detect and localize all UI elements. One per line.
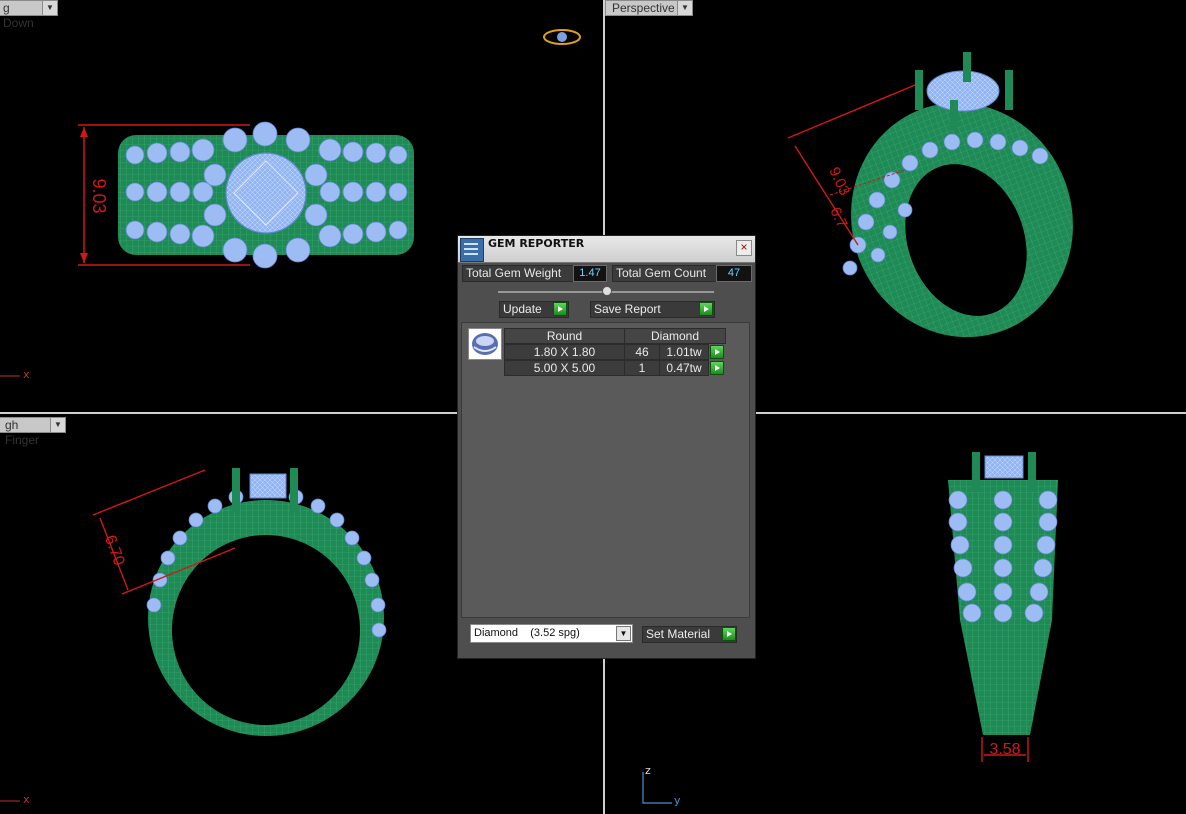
gem-list: Round Diamond 1.80 X 1.80 46 1.01tw 5.00… (461, 322, 750, 618)
update-button-label: Update (503, 302, 542, 316)
update-play-icon[interactable] (553, 302, 567, 316)
axis-x-label: x (23, 368, 30, 381)
chevron-down-icon[interactable]: ▼ (50, 418, 65, 432)
viewport-tab-bottom-left[interactable]: gh Finger ▼ (0, 417, 66, 447)
column-header-material: Diamond (624, 328, 726, 344)
axis-y-label: y (674, 794, 681, 807)
gem-row-size: 1.80 X 1.80 (504, 344, 625, 360)
gem-row-count: 1 (624, 360, 660, 376)
viewport-label: gh Finger (5, 418, 40, 447)
select-gem-row-icon[interactable] (710, 345, 724, 359)
axis-x-label: x (23, 793, 30, 806)
viewport-tab-top-left[interactable]: g Down ▼ (0, 0, 58, 30)
material-selected-value: Diamond (3.52 spg) (474, 627, 580, 639)
total-gem-count-value: 47 (716, 265, 752, 282)
viewport-tab-top-right[interactable]: Perspective ▼ (605, 0, 693, 16)
chevron-down-icon[interactable]: ▼ (42, 1, 57, 15)
gem-reporter-panel: GEM REPORTER × Total Gem Weight 1.47 Tot… (457, 235, 756, 659)
viewport-label: Down (3, 16, 34, 30)
chevron-down-icon[interactable]: ▼ (677, 1, 692, 15)
close-icon[interactable]: × (736, 240, 752, 256)
viewport-label: g (3, 1, 10, 15)
total-gem-count-label: Total Gem Count (612, 265, 717, 282)
set-material-label: Set Material (646, 627, 711, 641)
select-gem-row-icon[interactable] (710, 361, 724, 375)
set-material-play-icon[interactable] (722, 627, 736, 641)
viewport-label: Perspective (612, 1, 675, 15)
save-report-button[interactable]: Save Report (590, 301, 715, 318)
total-gem-weight-label: Total Gem Weight (462, 265, 574, 282)
gem-row-size: 5.00 X 5.00 (504, 360, 625, 376)
material-select[interactable]: Diamond (3.52 spg) ▼ (470, 624, 633, 643)
dimension-bottom-left: 6.70 (101, 533, 128, 568)
round-gem-icon (468, 328, 502, 360)
ring-side-view (92, 468, 387, 736)
dimension-top-right-1: 9.03 (825, 165, 853, 199)
orbit-icon[interactable] (543, 29, 581, 45)
axis-z-label: z (645, 764, 651, 777)
chevron-down-icon[interactable]: ▼ (616, 626, 631, 641)
ring-top-view (78, 121, 414, 269)
ring-front-view (948, 452, 1058, 762)
column-header-shape: Round (504, 328, 625, 344)
gem-reporter-icon (460, 238, 484, 262)
total-gem-weight-value: 1.47 (573, 265, 607, 282)
dimension-bottom-right: 3.58 (989, 741, 1020, 758)
gem-row-weight: 1.01tw (659, 344, 709, 360)
panel-title: GEM REPORTER (488, 237, 585, 250)
slider-handle[interactable] (602, 286, 612, 296)
panel-titlebar[interactable]: GEM REPORTER × (458, 236, 755, 263)
gem-row-count: 46 (624, 344, 660, 360)
dimension-top-left: 9.03 (89, 178, 109, 213)
save-report-label: Save Report (594, 302, 661, 316)
gem-row-weight: 0.47tw (659, 360, 709, 376)
save-report-play-icon[interactable] (699, 302, 713, 316)
